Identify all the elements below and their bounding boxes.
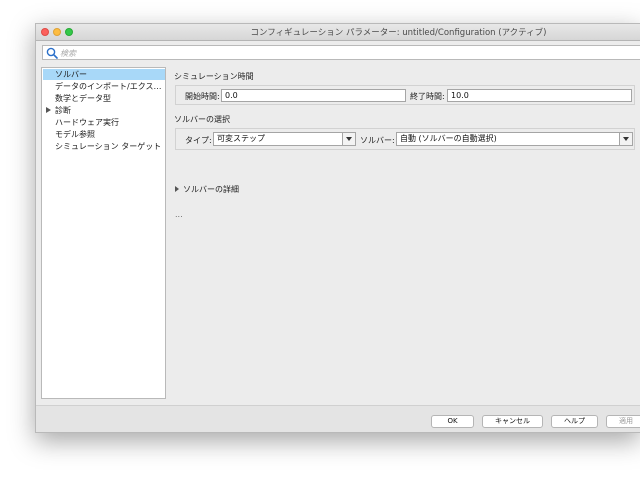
start-time-label: 開始時間: — [185, 92, 220, 101]
tree-item-label: シミュレーション ターゲット — [55, 142, 162, 151]
stop-time-input[interactable] — [447, 89, 632, 102]
solver-select-group: タイプ: 可変ステップ ソルバー: 自動 (ソルバーの自動選択) — [175, 128, 635, 150]
button-bar: OK キャンセル ヘルプ 適用 — [36, 405, 640, 432]
cancel-button[interactable]: キャンセル — [482, 415, 543, 428]
search-bar — [42, 45, 640, 60]
tree-item-label: データのインポート/エクス… — [55, 82, 162, 91]
settings-panel: シミュレーション時間 開始時間: 終了時間: ソルバーの選択 タイプ: 可変ステ… — [172, 67, 640, 399]
ok-button[interactable]: OK — [431, 415, 474, 428]
chevron-down-icon[interactable] — [342, 133, 355, 145]
solver-type-label: タイプ: — [185, 136, 212, 145]
tree-item-hardware-implementation[interactable]: ハードウェア実行 — [43, 117, 165, 128]
window-title: コンフィギュレーション パラメーター: untitled/Configurati… — [250, 28, 547, 38]
tree-item-diagnostics[interactable]: 診断 — [43, 105, 165, 116]
more-indicator: ... — [175, 210, 183, 219]
tree-item-math-data-types[interactable]: 数学とデータ型 — [43, 93, 165, 104]
expand-arrow-icon[interactable] — [46, 107, 51, 113]
stop-time-label: 終了時間: — [410, 92, 445, 101]
start-time-input[interactable] — [221, 89, 406, 102]
solver-value: 自動 (ソルバーの自動選択) — [400, 134, 497, 143]
sim-time-group: 開始時間: 終了時間: — [175, 85, 635, 105]
disclosure-triangle-icon[interactable] — [175, 186, 179, 192]
tree-item-simulation-target[interactable]: シミュレーション ターゲット — [43, 141, 165, 152]
solver-type-dropdown[interactable]: 可変ステップ — [213, 132, 356, 146]
search-input[interactable] — [60, 47, 620, 59]
tree-item-solver[interactable]: ソルバー — [43, 69, 165, 80]
solver-type-value: 可変ステップ — [217, 134, 265, 143]
tree-item-label: 数学とデータ型 — [55, 94, 111, 103]
category-tree: ソルバー データのインポート/エクス… 数学とデータ型 診断 ハードウェア実行 … — [41, 67, 166, 399]
section-title-solver-select: ソルバーの選択 — [174, 115, 230, 124]
tree-item-label: ハードウェア実行 — [55, 118, 119, 127]
tree-item-label: モデル参照 — [55, 130, 95, 139]
apply-button[interactable]: 適用 — [606, 415, 640, 428]
solver-details-label: ソルバーの詳細 — [183, 185, 239, 194]
tree-item-data-import-export[interactable]: データのインポート/エクス… — [43, 81, 165, 92]
tree-item-label: ソルバー — [55, 70, 87, 79]
title-bar[interactable]: コンフィギュレーション パラメーター: untitled/Configurati… — [36, 24, 640, 41]
help-button[interactable]: ヘルプ — [551, 415, 598, 428]
config-params-window: コンフィギュレーション パラメーター: untitled/Configurati… — [35, 23, 640, 433]
solver-details-expander[interactable]: ソルバーの詳細 — [174, 184, 239, 195]
solver-dropdown[interactable]: 自動 (ソルバーの自動選択) — [396, 132, 633, 146]
tree-item-label: 診断 — [55, 106, 71, 115]
solver-label: ソルバー: — [360, 136, 395, 145]
chevron-down-icon[interactable] — [619, 133, 632, 145]
search-icon — [46, 47, 58, 59]
section-title-sim-time: シミュレーション時間 — [174, 72, 254, 81]
tree-item-model-referencing[interactable]: モデル参照 — [43, 129, 165, 140]
